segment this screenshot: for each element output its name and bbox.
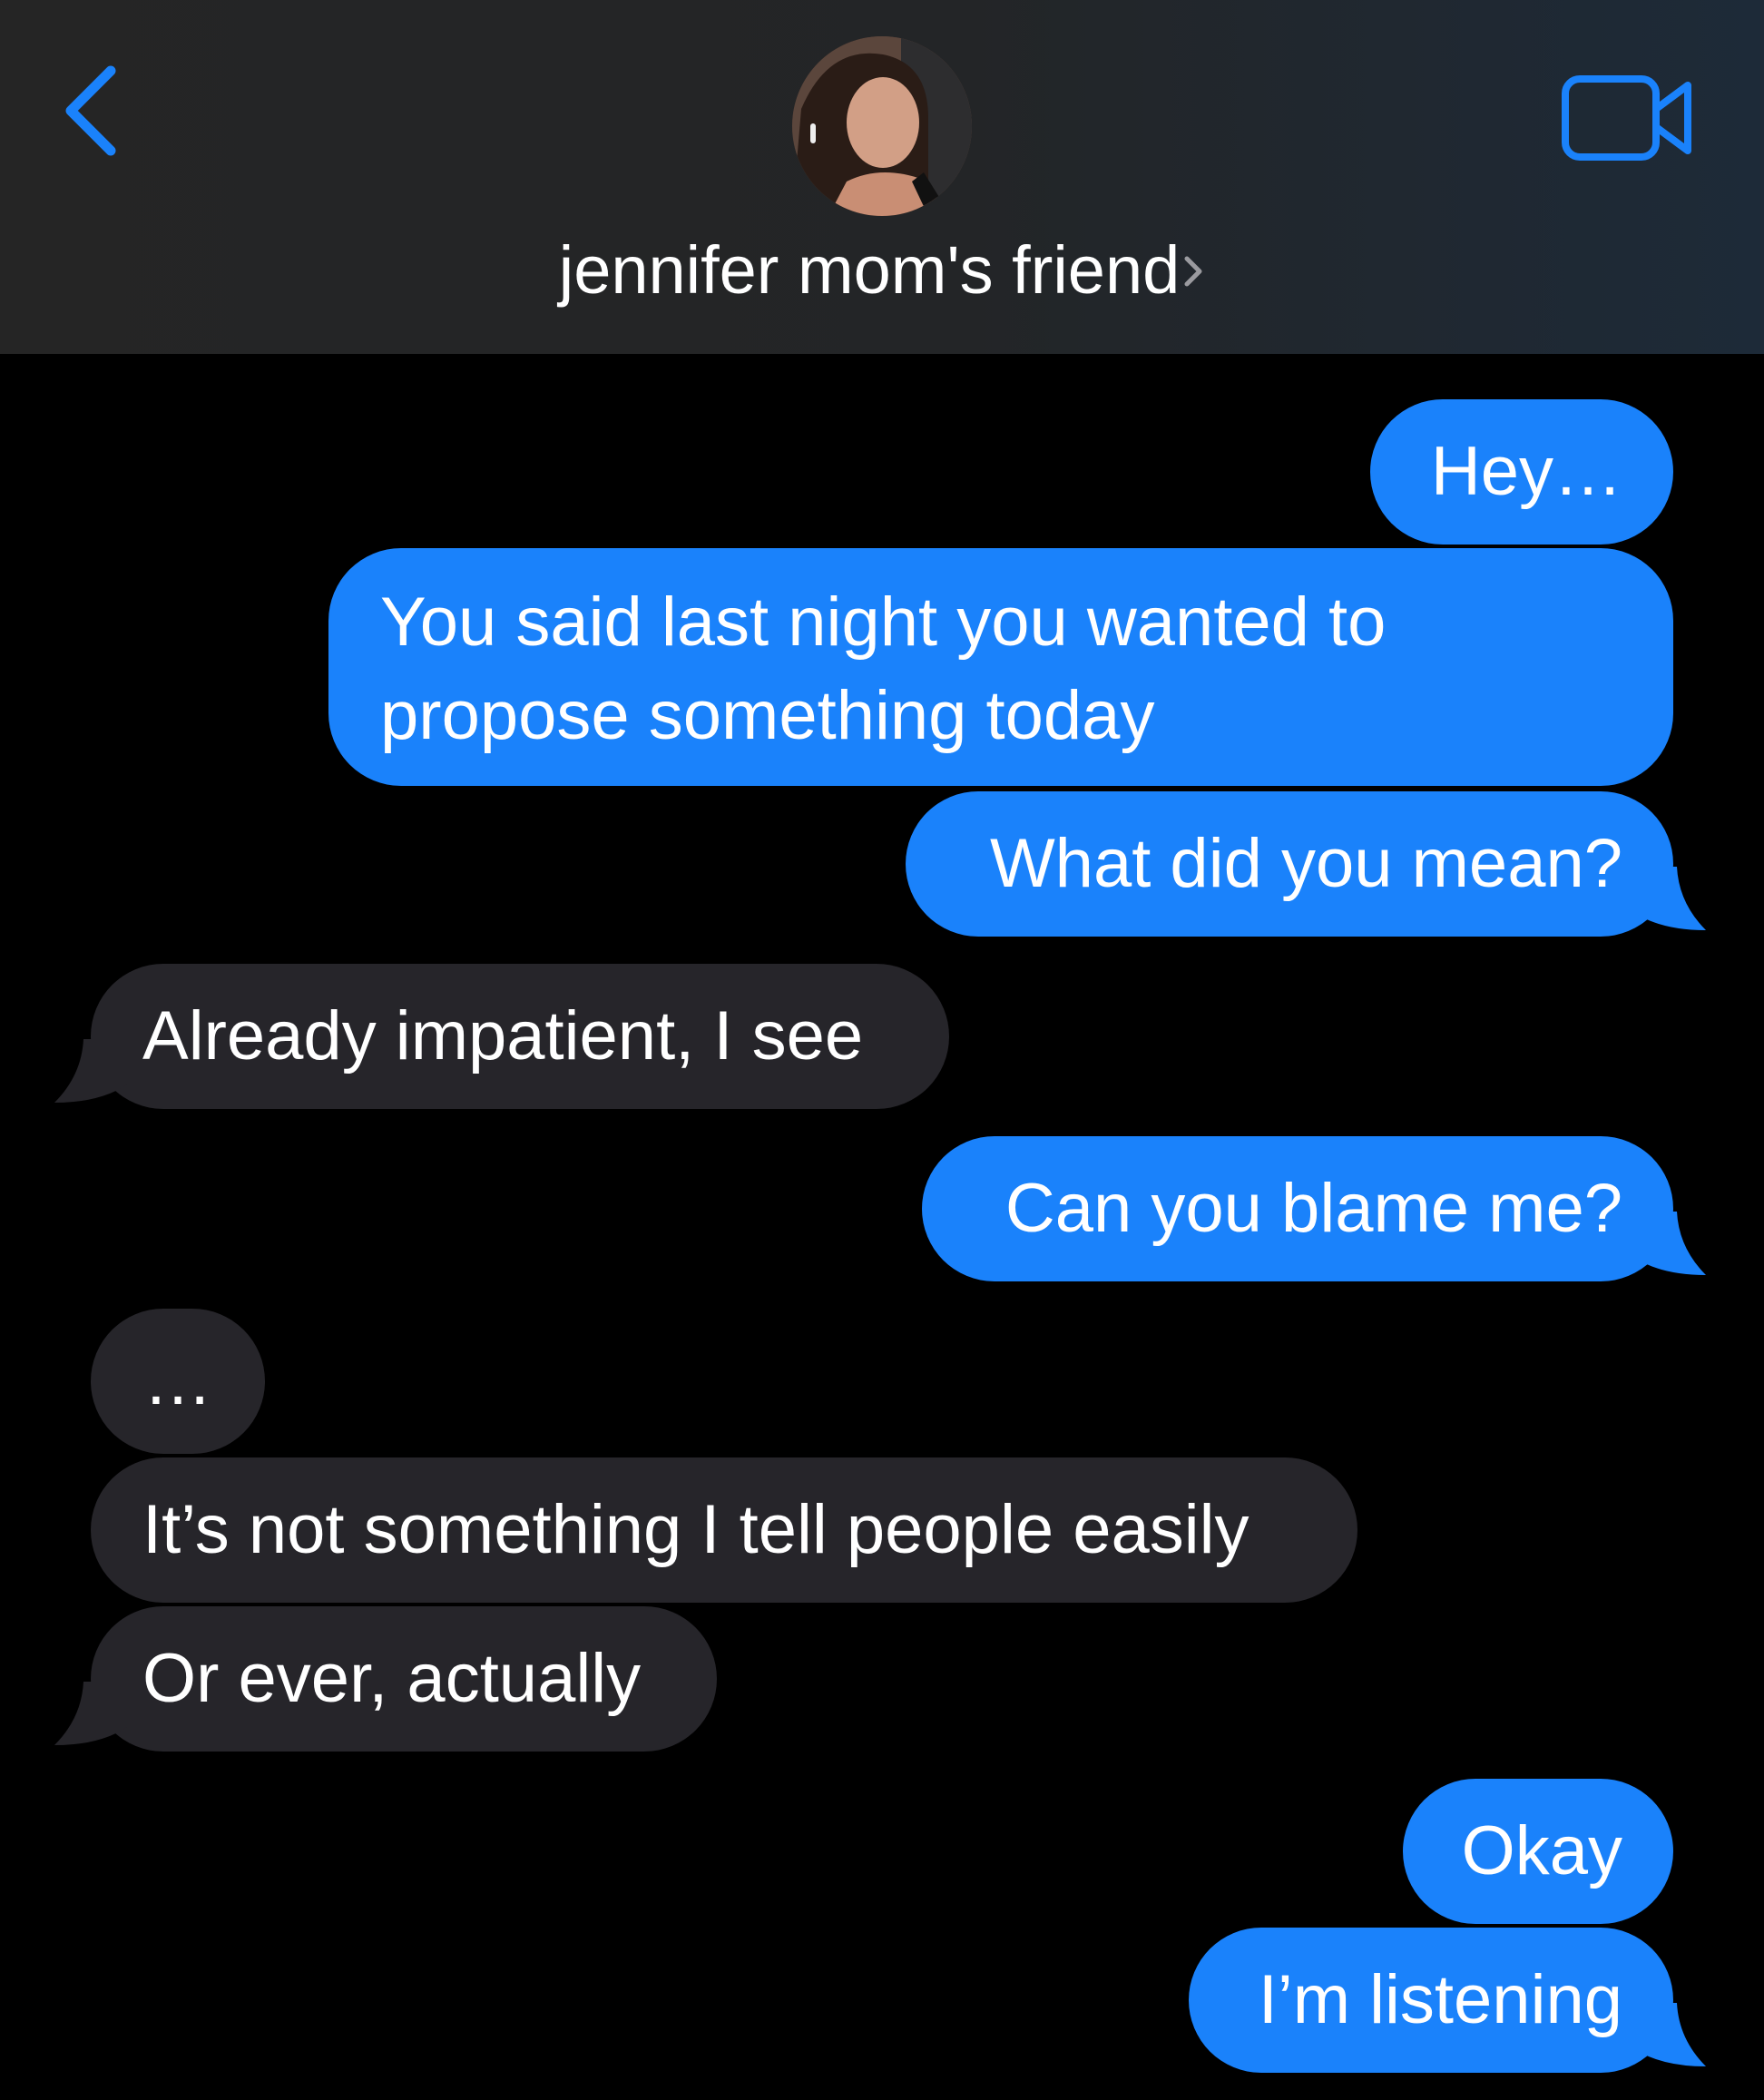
message-text: It’s not something I tell people easily [142,1491,1250,1568]
chevron-right-icon [1184,256,1202,287]
message-bubble-outgoing[interactable]: I’m listening [1189,1928,1673,2073]
message-bubble-incoming[interactable]: Or ever, actually [91,1606,717,1752]
message-text: … [143,1342,212,1419]
message-text: What did you mean? [989,825,1622,902]
message-text: I’m listening [1258,1961,1622,2038]
message-text: Already impatient, I see [142,997,864,1075]
message-text-line: propose something today [380,677,1155,754]
message-bubble-outgoing[interactable]: Hey… [1370,399,1673,545]
video-camera-icon[interactable] [1561,74,1697,162]
contact-name-button[interactable]: jennifer mom's friend [0,225,1764,316]
message-bubble-outgoing[interactable]: Can you blame me? [922,1136,1673,1281]
message-text: Can you blame me? [1004,1170,1622,1247]
bubble-tail [54,1682,127,1745]
message-text: Or ever, actually [142,1640,642,1717]
message-bubble-outgoing[interactable]: What did you mean? [906,791,1673,937]
bubble-tail [1633,2003,1706,2066]
contact-name-label: jennifer mom's friend [558,232,1181,308]
bubble-tail [1633,1212,1706,1275]
back-chevron-icon[interactable] [56,56,129,165]
bubble-tail [54,1039,127,1103]
message-bubble-incoming[interactable]: … [91,1309,265,1454]
message-text: Okay [1461,1812,1622,1889]
bubble-tail [1633,867,1706,930]
message-bubble-outgoing[interactable]: Okay [1403,1779,1673,1924]
avatar-photo-icon [792,36,972,216]
contact-avatar[interactable] [792,36,972,216]
message-text-line: You said last night you wanted to [380,584,1387,661]
message-bubble-incoming[interactable]: Already impatient, I see [91,964,949,1109]
conversation-header: jennifer mom's friend [0,0,1764,354]
message-bubble-incoming[interactable]: It’s not something I tell people easily [91,1457,1357,1603]
message-text: Hey… [1430,433,1622,510]
message-bubble-outgoing[interactable]: You said last night you wanted to propos… [328,548,1673,786]
